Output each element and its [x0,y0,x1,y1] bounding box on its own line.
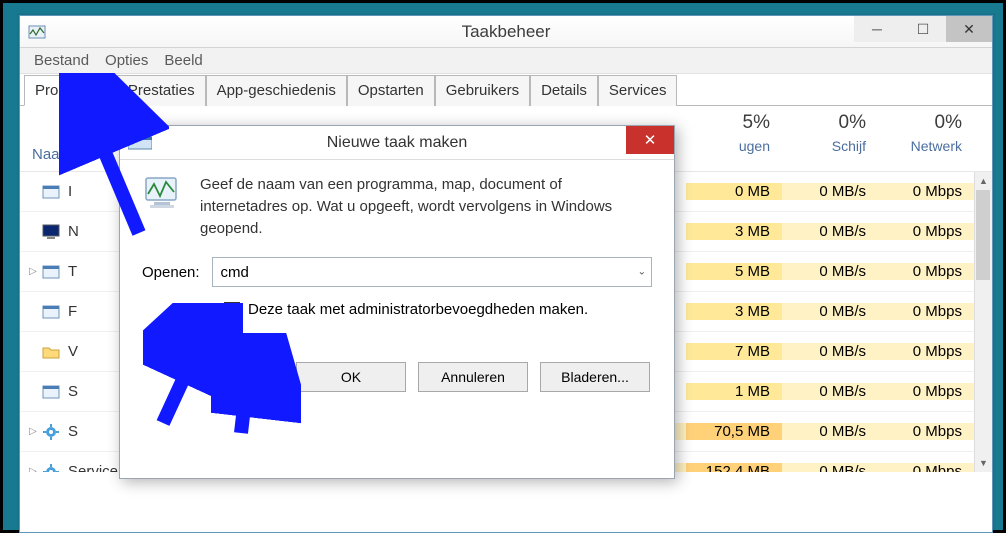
admin-checkbox-label: Deze taak met administratorbevoegdheden … [248,301,588,318]
open-input[interactable] [212,257,652,287]
disk-cell: 0 MB/s [782,183,878,200]
net-cell: 0 Mbps [878,183,974,200]
mem-cell: 3 MB [686,223,782,240]
mem-cell: 3 MB [686,303,782,320]
mem-cell: 1 MB [686,383,782,400]
scrollbar-thumb[interactable] [976,190,990,280]
col-net[interactable]: 0% Netwerk [878,106,974,171]
col-disk[interactable]: 0% Schijf [782,106,878,171]
titlebar[interactable]: Taakbeheer ─ ☐ ✕ [20,16,992,48]
disk-cell: 0 MB/s [782,463,878,472]
tab-app-geschiedenis[interactable]: App-geschiedenis [206,75,347,106]
disk-cell: 0 MB/s [782,343,878,360]
process-icon [40,381,62,403]
mem-cell: 152,4 MB [686,463,782,472]
process-icon [40,181,62,203]
net-cell: 0 Mbps [878,263,974,280]
ok-button[interactable]: OK [296,362,406,392]
dialog-close-button[interactable]: ✕ [626,126,674,154]
disk-cell: 0 MB/s [782,423,878,440]
new-task-dialog: Nieuwe taak maken ✕ Geef de naam van een… [119,125,675,479]
dialog-description: Geef de naam van een programma, map, doc… [200,174,652,239]
menubar: Bestand Opties Beeld [20,48,992,74]
run-icon [128,135,152,151]
tab-processen[interactable]: Processen [24,75,117,106]
dialog-title: Nieuwe taak maken [327,134,468,152]
cancel-button[interactable]: Annuleren [418,362,528,392]
net-cell: 0 Mbps [878,303,974,320]
admin-checkbox[interactable]: ✓ [224,302,240,318]
browse-button[interactable]: Bladeren... [540,362,650,392]
expand-icon[interactable]: ▷ [20,466,40,472]
net-cell: 0 Mbps [878,463,974,472]
menu-beeld[interactable]: Beeld [158,50,208,71]
mem-cell: 7 MB [686,343,782,360]
tab-prestaties[interactable]: Prestaties [117,75,206,106]
net-cell: 0 Mbps [878,383,974,400]
expand-icon[interactable]: ▷ [20,426,40,437]
mem-cell: 5 MB [686,263,782,280]
mem-cell: 70,5 MB [686,423,782,440]
process-icon [40,341,62,363]
dialog-monitor-icon [142,174,186,218]
open-label: Openen: [142,264,200,281]
dropdown-arrow-icon[interactable]: ⌄ [638,267,646,278]
process-icon [40,461,62,473]
disk-cell: 0 MB/s [782,383,878,400]
process-icon [40,421,62,443]
tab-gebruikers[interactable]: Gebruikers [435,75,530,106]
net-cell: 0 Mbps [878,423,974,440]
close-button[interactable]: ✕ [946,16,992,42]
tab-opstarten[interactable]: Opstarten [347,75,435,106]
scrollbar[interactable]: ▲ ▼ [974,172,992,472]
process-icon [40,301,62,323]
minimize-button[interactable]: ─ [854,16,900,42]
col-mem[interactable]: 5% ugen [686,106,782,171]
expand-icon[interactable]: ▷ [20,266,40,277]
mem-cell: 0 MB [686,183,782,200]
net-cell: 0 Mbps [878,343,974,360]
menu-opties[interactable]: Opties [99,50,154,71]
net-cell: 0 Mbps [878,223,974,240]
tab-details[interactable]: Details [530,75,598,106]
process-icon [40,261,62,283]
app-icon [28,23,46,41]
disk-cell: 0 MB/s [782,223,878,240]
dialog-titlebar[interactable]: Nieuwe taak maken ✕ [120,126,674,160]
tab-strip: Processen Prestaties App-geschiedenis Op… [20,74,992,105]
menu-bestand[interactable]: Bestand [28,50,95,71]
tab-services[interactable]: Services [598,75,678,106]
process-icon [40,221,62,243]
disk-cell: 0 MB/s [782,263,878,280]
maximize-button[interactable]: ☐ [900,16,946,42]
disk-cell: 0 MB/s [782,303,878,320]
window-title: Taakbeheer [462,22,551,42]
